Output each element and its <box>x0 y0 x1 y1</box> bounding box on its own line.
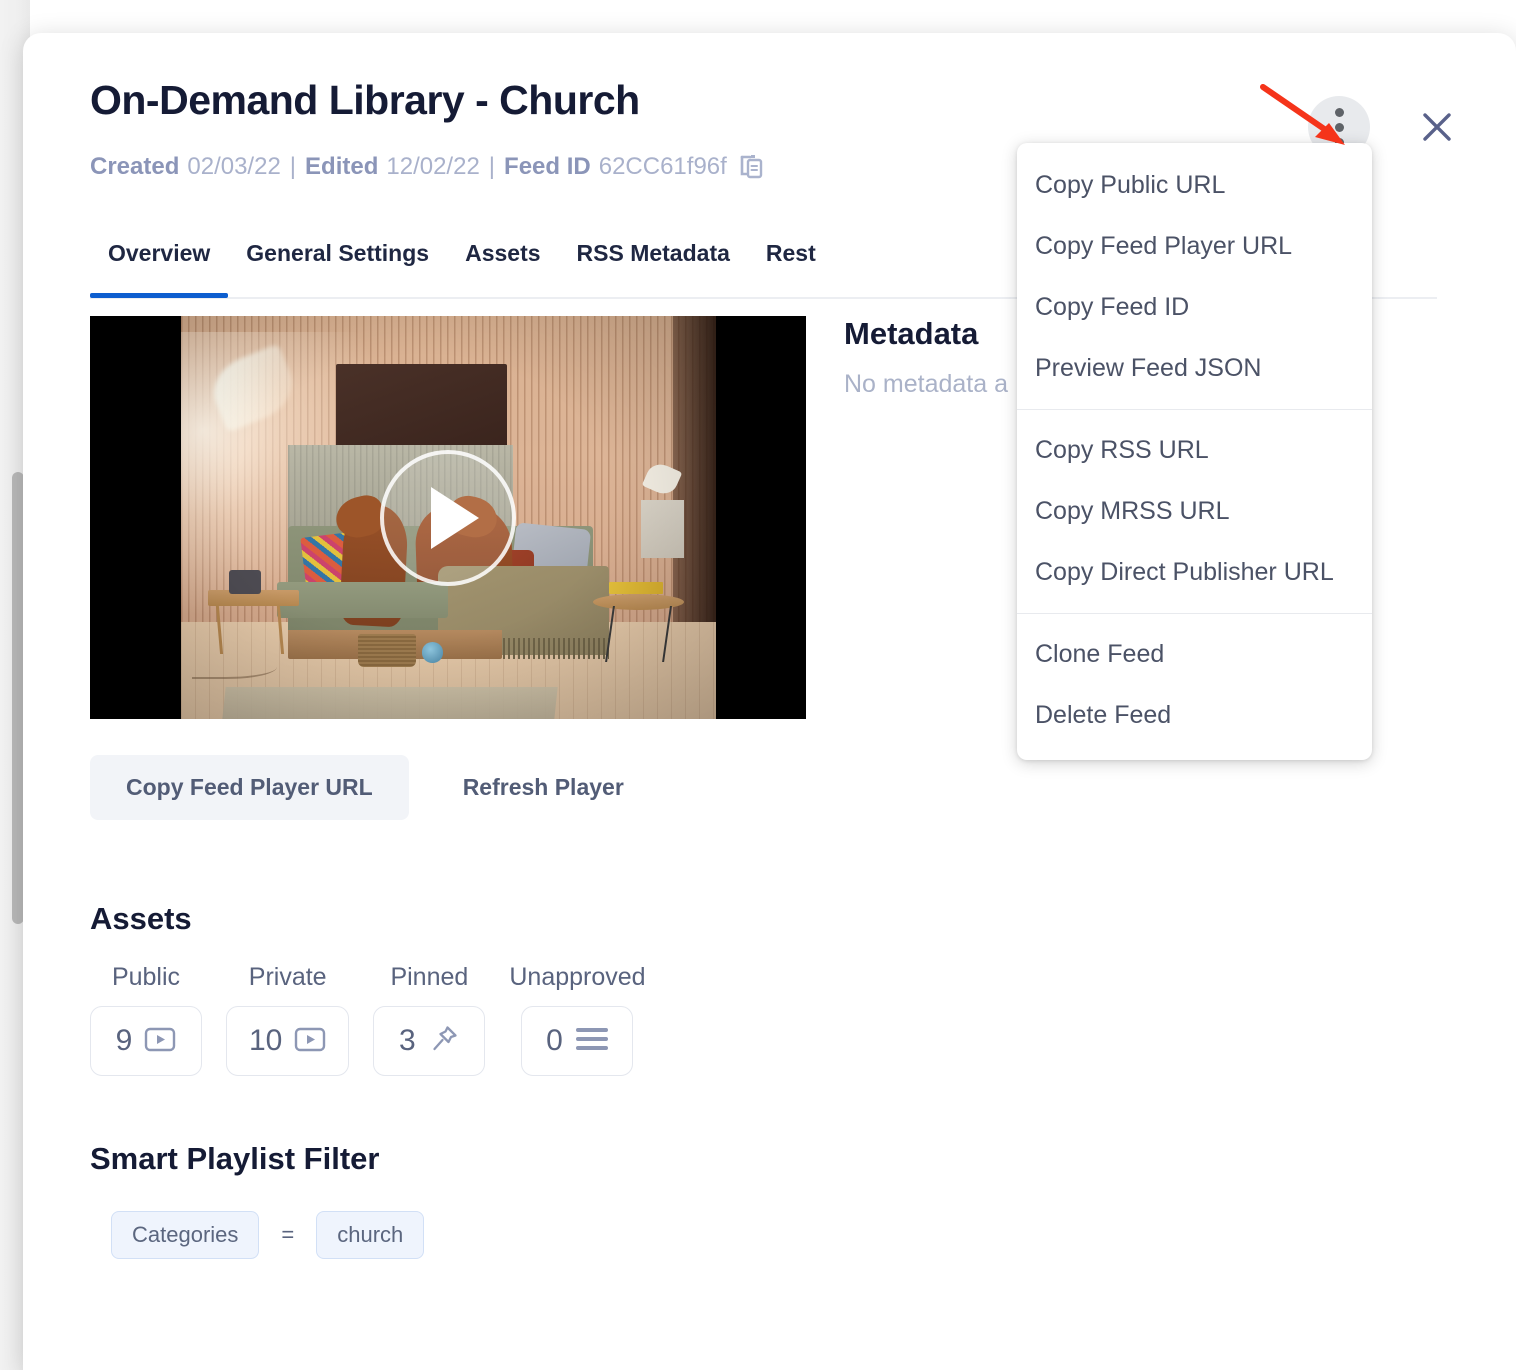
edited-value: 12/02/22 <box>386 153 480 180</box>
player-action-bar: Copy Feed Player URL Refresh Player <box>90 755 656 820</box>
asset-stat-private: Private 10 <box>226 963 350 1076</box>
feed-id-label: Feed ID <box>504 153 591 180</box>
page-scrollbar-track[interactable] <box>6 232 24 924</box>
tab-label: Overview <box>108 240 211 266</box>
menu-item-copy-feed-id[interactable]: Copy Feed ID <box>1017 277 1372 338</box>
menu-item-copy-rss-url[interactable]: Copy RSS URL <box>1017 420 1372 481</box>
filter-field-chip[interactable]: Categories <box>111 1211 260 1259</box>
asset-stat-box[interactable]: 9 <box>90 1006 202 1076</box>
assets-stats-row: Public 9 Private 10 Pinned 3 Unapproved … <box>90 963 646 1076</box>
copy-clipboard-icon[interactable] <box>739 153 765 181</box>
asset-stat-box[interactable]: 0 <box>521 1006 634 1076</box>
filter-value-chip[interactable]: church <box>316 1211 425 1259</box>
tab-label: RSS Metadata <box>576 240 730 266</box>
created-value: 02/03/22 <box>187 153 281 180</box>
list-lines-icon <box>575 1026 609 1057</box>
menu-divider <box>1017 613 1372 614</box>
feed-id-value: 62CC61f96f <box>598 153 727 180</box>
play-triangle <box>431 486 479 549</box>
asset-stat-box[interactable]: 3 <box>373 1006 486 1076</box>
asset-stat-pinned: Pinned 3 <box>373 963 486 1076</box>
feed-meta-line: Created 02/03/22 | Edited 12/02/22 | Fee… <box>90 153 765 181</box>
meta-separator-1: | <box>289 153 297 180</box>
feed-actions-menu: Copy Public URL Copy Feed Player URL Cop… <box>1017 143 1372 760</box>
smart-playlist-filter-heading: Smart Playlist Filter <box>90 1141 380 1176</box>
menu-item-copy-direct-publisher-url[interactable]: Copy Direct Publisher URL <box>1017 542 1372 603</box>
tab-label: Rest <box>765 240 816 266</box>
meta-separator-2: | <box>488 153 496 180</box>
tab-overview[interactable]: Overview <box>90 236 229 298</box>
tab-label: Assets <box>465 240 541 266</box>
refresh-player-button[interactable]: Refresh Player <box>431 755 656 820</box>
asset-stat-label: Pinned <box>390 963 469 991</box>
tab-assets[interactable]: Assets <box>447 236 558 298</box>
asset-stat-label: Private <box>248 963 327 991</box>
menu-item-copy-feed-player-url[interactable]: Copy Feed Player URL <box>1017 216 1372 277</box>
copy-feed-player-url-button[interactable]: Copy Feed Player URL <box>90 755 409 820</box>
page-title: On-Demand Library - Church <box>90 77 640 123</box>
asset-stat-count: 9 <box>115 1024 133 1057</box>
close-icon[interactable] <box>1408 98 1466 156</box>
edited-label: Edited <box>305 153 379 180</box>
tab-rss-metadata[interactable]: RSS Metadata <box>559 236 748 298</box>
menu-item-preview-feed-json[interactable]: Preview Feed JSON <box>1017 338 1372 399</box>
asset-stat-unapproved: Unapproved 0 <box>509 963 646 1076</box>
kebab-dot <box>1334 107 1344 117</box>
asset-stat-count: 3 <box>399 1024 416 1057</box>
asset-stat-label: Unapproved <box>509 963 646 991</box>
menu-item-delete-feed[interactable]: Delete Feed <box>1017 685 1372 746</box>
smart-playlist-filter-rule: Categories = church <box>111 1211 425 1259</box>
kebab-dot <box>1334 122 1344 132</box>
menu-divider <box>1017 409 1372 410</box>
video-play-icon <box>144 1025 176 1058</box>
feed-detail-dialog: On-Demand Library - Church Created 02/03… <box>23 33 1516 1370</box>
menu-item-copy-mrss-url[interactable]: Copy MRSS URL <box>1017 481 1372 542</box>
menu-item-clone-feed[interactable]: Clone Feed <box>1017 624 1372 685</box>
video-play-icon <box>294 1025 326 1058</box>
video-player[interactable] <box>90 316 806 719</box>
asset-stat-count: 10 <box>249 1024 283 1057</box>
filter-operator: = <box>281 1222 295 1247</box>
pin-icon <box>428 1023 460 1060</box>
asset-stat-label: Public <box>111 963 181 991</box>
asset-stat-public: Public 9 <box>90 963 202 1076</box>
tab-label: General Settings <box>246 240 430 266</box>
created-label: Created <box>90 153 180 180</box>
tab-restrictions[interactable]: Rest <box>748 236 834 298</box>
menu-item-copy-public-url[interactable]: Copy Public URL <box>1017 155 1372 216</box>
tab-general-settings[interactable]: General Settings <box>228 236 447 298</box>
asset-stat-box[interactable]: 10 <box>226 1006 350 1076</box>
play-button-icon[interactable] <box>380 449 516 586</box>
asset-stat-count: 0 <box>546 1024 563 1057</box>
assets-heading: Assets <box>90 901 192 936</box>
